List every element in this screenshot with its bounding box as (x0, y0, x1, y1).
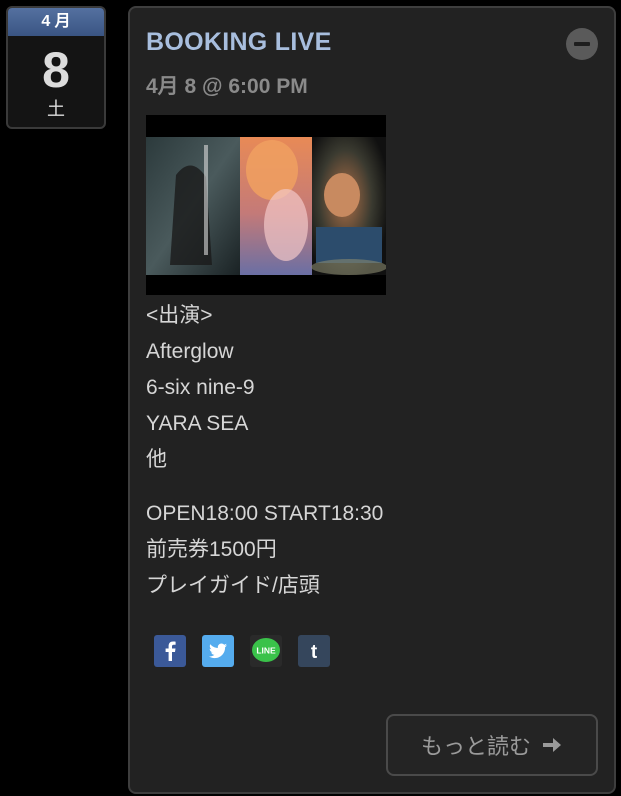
performer-item: Afterglow (146, 340, 234, 363)
performers-photo-collage (146, 115, 386, 295)
date-day: 8 (42, 42, 70, 98)
tumblr-icon[interactable]: t (298, 635, 330, 667)
event-photo[interactable] (146, 115, 386, 295)
open-start-times: OPEN18:00 START18:30 (146, 502, 384, 525)
date-month: 4 月 (8, 8, 104, 36)
event-description: <出演> Afterglow 6-six nine-9 YARA SEA 他 O… (146, 298, 383, 604)
read-more-label: もっと読む (420, 734, 531, 759)
event-date-badge: 4 月 8 土 (6, 6, 106, 129)
lineup-heading: <出演> (146, 304, 213, 327)
read-more-button[interactable]: もっと読む (386, 714, 598, 776)
ticket-outlets: プレイガイド/店頭 (146, 574, 320, 597)
share-buttons: LINE t (154, 635, 330, 667)
twitter-icon[interactable] (202, 635, 234, 667)
performer-item: 6-six nine-9 (146, 376, 255, 399)
date-weekday: 土 (47, 99, 65, 119)
event-title-link[interactable]: BOOKING LIVE (146, 28, 332, 57)
performer-item: YARA SEA (146, 412, 249, 435)
line-icon-label: LINE (256, 646, 276, 656)
tumblr-icon-label: t (311, 642, 318, 663)
collapse-icon[interactable] (566, 28, 598, 60)
ticket-price: 前売券1500円 (146, 538, 277, 561)
arrow-right-icon (543, 738, 561, 752)
performer-item: 他 (146, 448, 167, 471)
event-card: BOOKING LIVE 4月 8 @ 6:00 PM <出演> Aftergl… (128, 6, 616, 794)
facebook-icon[interactable] (154, 635, 186, 667)
line-icon[interactable]: LINE (250, 635, 282, 667)
event-datetime: 4月 8 @ 6:00 PM (146, 75, 308, 98)
